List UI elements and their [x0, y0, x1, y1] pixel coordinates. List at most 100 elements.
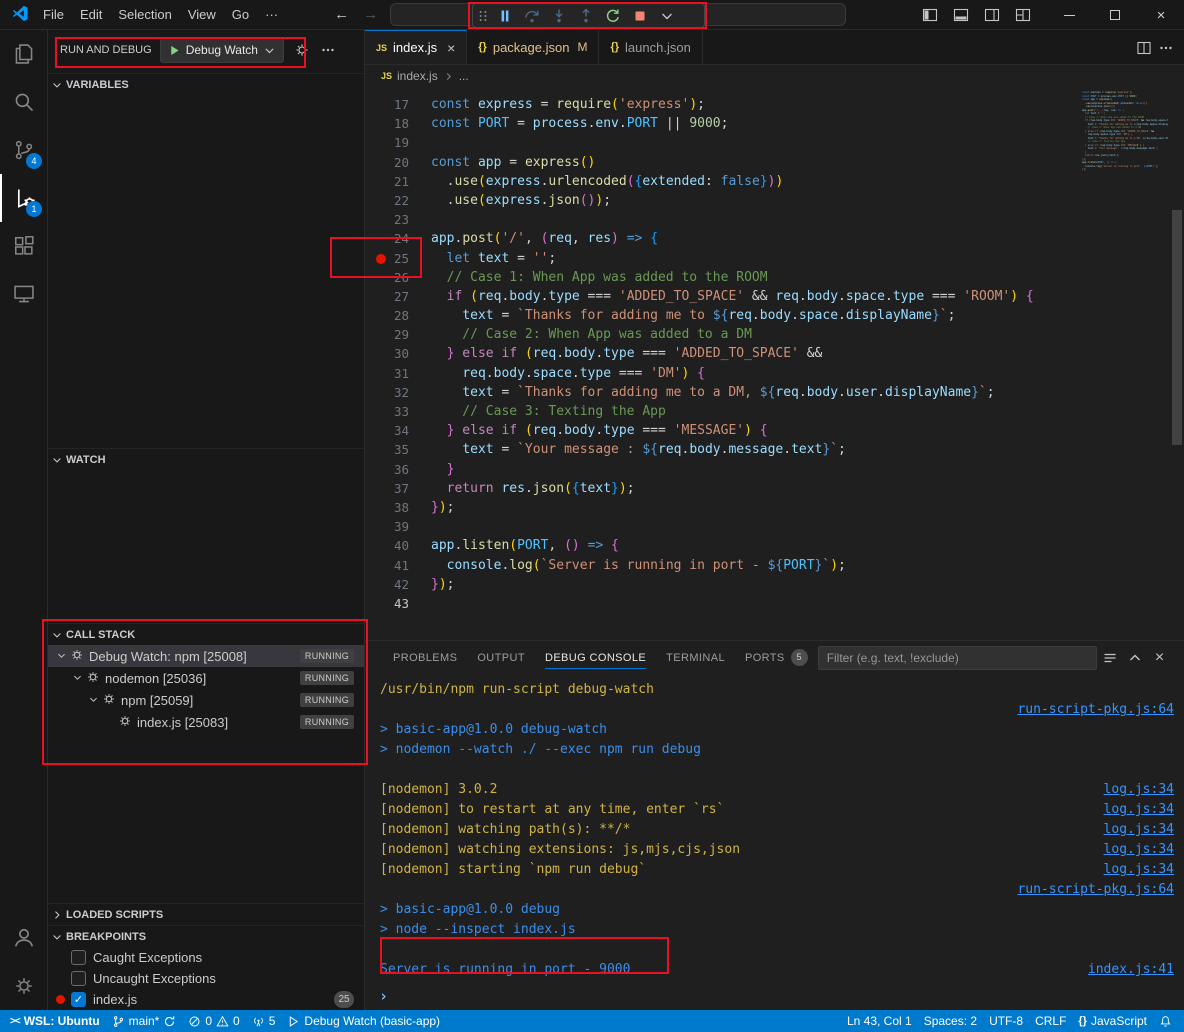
- views-more-icon[interactable]: [320, 42, 336, 58]
- gutter[interactable]: 30: [365, 344, 431, 363]
- code-line[interactable]: 38});: [365, 498, 1184, 517]
- activitybar-run-and-debug[interactable]: 1: [0, 174, 47, 222]
- debug-session-item[interactable]: Debug Watch (basic-app): [281, 1010, 446, 1032]
- activitybar-accounts[interactable]: [0, 914, 47, 962]
- gutter[interactable]: 22: [365, 191, 431, 210]
- start-debug-icon[interactable]: [168, 44, 181, 57]
- activitybar-search[interactable]: [0, 78, 47, 126]
- code-line[interactable]: 37 return res.json({text});: [365, 479, 1184, 498]
- console-source-link[interactable]: log.js:34: [1104, 840, 1174, 860]
- console-source-link[interactable]: log.js:34: [1104, 800, 1174, 820]
- console-source-link[interactable]: run-script-pkg.js:64: [1017, 880, 1174, 900]
- gutter[interactable]: 28: [365, 306, 431, 325]
- step-over-button[interactable]: [518, 4, 545, 27]
- activitybar-settings[interactable]: [0, 962, 47, 1010]
- eol-item[interactable]: CRLF: [1029, 1010, 1072, 1032]
- gutter[interactable]: 34: [365, 421, 431, 440]
- code-line[interactable]: 31 req.body.space.type === 'DM') {: [365, 364, 1184, 383]
- gutter[interactable]: 37: [365, 479, 431, 498]
- panel-tab-debug-console[interactable]: DEBUG CONSOLE: [535, 641, 656, 674]
- gutter[interactable]: 25: [365, 249, 431, 268]
- code-line[interactable]: 36 }: [365, 460, 1184, 479]
- stop-button[interactable]: [626, 4, 653, 27]
- navigate-back-icon[interactable]: ←: [334, 6, 349, 23]
- code-line[interactable]: 27 if (req.body.type === 'ADDED_TO_SPACE…: [365, 287, 1184, 306]
- cursor-position-item[interactable]: Ln 43, Col 1: [841, 1010, 918, 1032]
- gutter[interactable]: 32: [365, 383, 431, 402]
- code-line[interactable]: 17const express = require('express');: [365, 95, 1184, 114]
- code-line[interactable]: 41 console.log(`Server is running in por…: [365, 556, 1184, 575]
- variables-section-header[interactable]: VARIABLES: [48, 73, 364, 95]
- code-line[interactable]: 22 .use(express.json());: [365, 191, 1184, 210]
- session-select-chevron-icon[interactable]: [653, 4, 680, 27]
- console-source-link[interactable]: log.js:34: [1104, 820, 1174, 840]
- code-editor[interactable]: 17const express = require('express');18c…: [365, 87, 1184, 640]
- gutter[interactable]: 24: [365, 229, 431, 248]
- close-panel-icon[interactable]: ×: [1147, 646, 1172, 670]
- chevron-down-icon[interactable]: [88, 693, 102, 708]
- scrollbar-thumb[interactable]: [1172, 210, 1182, 445]
- breakpoint-dot[interactable]: [376, 254, 386, 264]
- notifications-bell-item[interactable]: [1153, 1010, 1178, 1032]
- indentation-item[interactable]: Spaces: 2: [918, 1010, 983, 1032]
- menu-go[interactable]: Go: [224, 4, 257, 26]
- gutter[interactable]: 23: [365, 210, 431, 229]
- code-line[interactable]: 26 // Case 1: When App was added to the …: [365, 268, 1184, 287]
- code-line[interactable]: 29 // Case 2: When App was added to a DM: [365, 325, 1184, 344]
- gutter[interactable]: 26: [365, 268, 431, 287]
- code-line[interactable]: 18const PORT = process.env.PORT || 9000;: [365, 114, 1184, 133]
- gutter[interactable]: 36: [365, 460, 431, 479]
- callstack-section-header[interactable]: CALL STACK: [48, 623, 364, 645]
- activitybar-source-control[interactable]: 4: [0, 126, 47, 174]
- watch-section-header[interactable]: WATCH: [48, 448, 364, 470]
- code-line[interactable]: 19: [365, 133, 1184, 152]
- split-editor-icon[interactable]: [1136, 40, 1152, 56]
- git-branch-item[interactable]: main*: [106, 1010, 183, 1032]
- chevron-down-icon[interactable]: [56, 649, 70, 664]
- gutter[interactable]: 39: [365, 517, 431, 536]
- gutter[interactable]: 27: [365, 287, 431, 306]
- restart-button[interactable]: [599, 4, 626, 27]
- activitybar-explorer[interactable]: [0, 30, 47, 78]
- menu-selection[interactable]: Selection: [110, 4, 179, 26]
- breadcrumb[interactable]: JS index.js ...: [365, 65, 1184, 87]
- launch-config-select[interactable]: Debug Watch: [160, 37, 284, 63]
- menu-edit[interactable]: Edit: [72, 4, 110, 26]
- remote-indicator[interactable]: >< WSL: Ubuntu: [0, 1010, 106, 1032]
- panel-tab-ports[interactable]: PORTS5: [735, 641, 818, 674]
- gutter[interactable]: 43: [365, 594, 431, 613]
- problems-item[interactable]: 0 0: [182, 1010, 245, 1032]
- breakpoint-checkbox[interactable]: ✓: [71, 992, 86, 1007]
- breakpoint-row[interactable]: Caught Exceptions: [48, 947, 364, 968]
- code-line[interactable]: 32 text = `Thanks for adding me to a DM,…: [365, 383, 1184, 402]
- code-line[interactable]: 25 let text = '';: [365, 249, 1184, 268]
- code-line[interactable]: 39: [365, 517, 1184, 536]
- gutter[interactable]: 17: [365, 95, 431, 114]
- tab-package.json[interactable]: {}package.jsonM: [467, 30, 599, 64]
- callstack-row[interactable]: index.js [25083]RUNNING: [48, 711, 364, 733]
- close-window-button[interactable]: ×: [1138, 0, 1184, 30]
- gutter[interactable]: 35: [365, 440, 431, 459]
- encoding-item[interactable]: UTF-8: [983, 1010, 1029, 1032]
- toggle-secondary-sidebar-icon[interactable]: [978, 2, 1005, 28]
- console-prompt-chevron[interactable]: ›: [379, 987, 388, 1005]
- breakpoint-checkbox[interactable]: [71, 971, 86, 986]
- gutter[interactable]: 33: [365, 402, 431, 421]
- gutter[interactable]: 20: [365, 153, 431, 172]
- breadcrumb-more[interactable]: ...: [459, 69, 469, 83]
- menu-overflow[interactable]: ···: [257, 7, 286, 22]
- activitybar-extensions[interactable]: [0, 222, 47, 270]
- minimize-button[interactable]: [1046, 0, 1092, 30]
- code-line[interactable]: 34 } else if (req.body.type === 'MESSAGE…: [365, 421, 1184, 440]
- gutter[interactable]: 40: [365, 536, 431, 555]
- code-line[interactable]: 24app.post('/', (req, res) => {: [365, 229, 1184, 248]
- minimap[interactable]: const express = require('express');const…: [1082, 91, 1168, 191]
- breakpoint-row[interactable]: ✓index.js25: [48, 989, 364, 1010]
- panel-tab-problems[interactable]: PROBLEMS: [383, 641, 467, 674]
- gutter[interactable]: 19: [365, 133, 431, 152]
- callstack-row[interactable]: Debug Watch: npm [25008]RUNNING: [48, 645, 364, 667]
- gutter[interactable]: 21: [365, 172, 431, 191]
- code-line[interactable]: 20const app = express(): [365, 153, 1184, 172]
- step-into-button[interactable]: [545, 4, 572, 27]
- tab-launch.json[interactable]: {}launch.json: [599, 30, 702, 64]
